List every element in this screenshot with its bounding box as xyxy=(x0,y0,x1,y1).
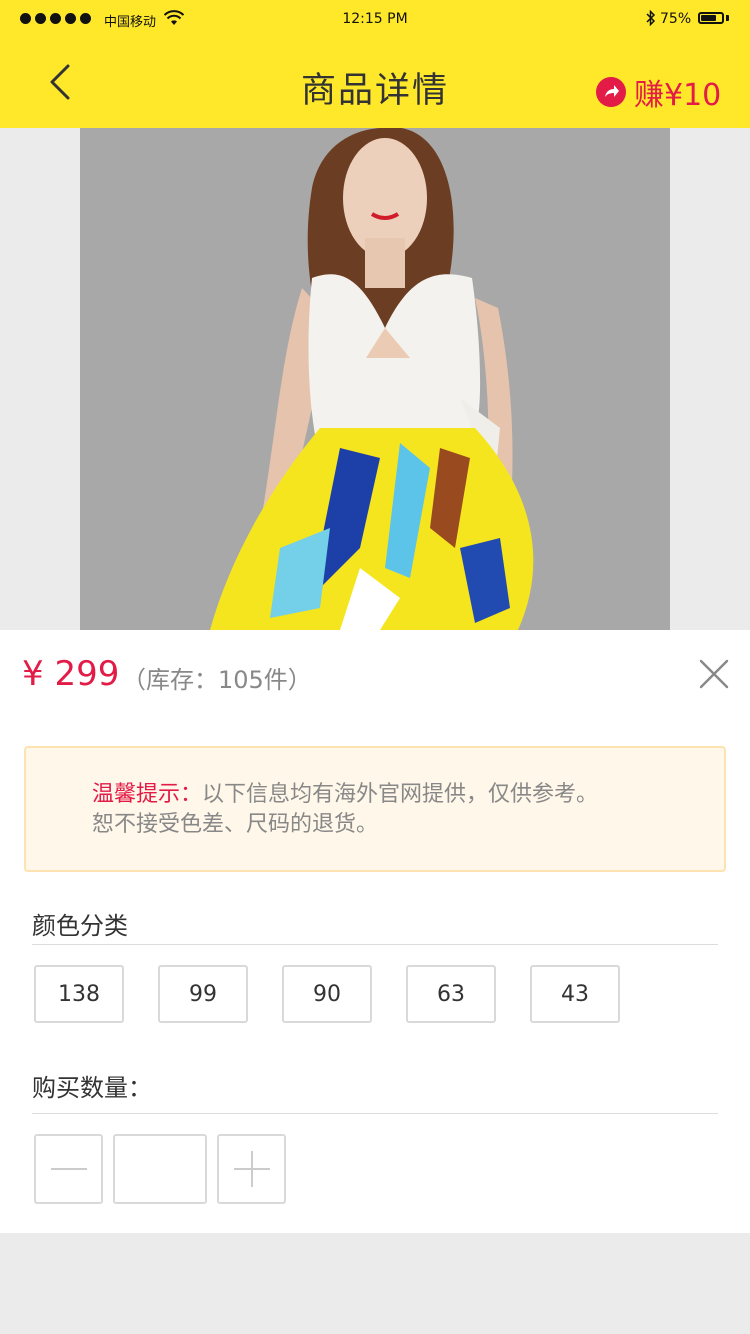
color-option[interactable]: 90 xyxy=(282,965,372,1023)
quantity-section-label: 购买数量： xyxy=(32,1074,152,1102)
earn-reward-label: 赚¥10 xyxy=(634,78,722,113)
color-option[interactable]: 99 xyxy=(158,965,248,1023)
status-bar: 中国移动 12:15 PM 75% xyxy=(0,0,750,40)
stock-count: （库存：105件） xyxy=(122,666,312,694)
earn-reward-button[interactable]: 赚¥10 xyxy=(596,70,721,114)
bottom-bar xyxy=(0,1233,750,1334)
notice-text-1: 以下信息均有海外官网提供，仅供参考。 xyxy=(202,782,599,807)
close-icon[interactable] xyxy=(698,658,730,690)
notice-text-2: 恕不接受色差、尺码的退货。 xyxy=(92,812,379,837)
divider xyxy=(32,944,718,945)
minus-icon xyxy=(50,1168,87,1170)
quantity-stepper xyxy=(34,1134,286,1204)
color-options: 138 99 90 63 43 xyxy=(34,965,620,1023)
quantity-decrease-button[interactable] xyxy=(34,1134,103,1204)
product-photo xyxy=(80,128,670,630)
notice-line-1: 温馨提示：以下信息均有海外官网提供，仅供参考。 xyxy=(92,780,704,810)
color-option[interactable]: 63 xyxy=(406,965,496,1023)
color-option[interactable]: 43 xyxy=(530,965,620,1023)
plus-icon xyxy=(233,1151,270,1187)
quantity-input[interactable] xyxy=(113,1134,207,1204)
color-option[interactable]: 138 xyxy=(34,965,124,1023)
battery-percent: 75% xyxy=(660,11,692,27)
sku-selector-sheet: ¥ 299 （库存：105件） 温馨提示：以下信息均有海外官网提供，仅供参考。 … xyxy=(0,630,750,1233)
notice-box: 温馨提示：以下信息均有海外官网提供，仅供参考。 恕不接受色差、尺码的退货。 xyxy=(24,746,726,872)
battery-icon xyxy=(698,12,724,24)
quantity-increase-button[interactable] xyxy=(217,1134,286,1204)
notice-title: 温馨提示： xyxy=(92,782,203,807)
battery-fill xyxy=(701,15,716,21)
color-section-label: 颜色分类 xyxy=(32,912,128,940)
divider xyxy=(32,1113,718,1114)
share-arrow-icon xyxy=(596,77,626,107)
battery-tip xyxy=(726,15,729,21)
product-price: ¥ 299 xyxy=(22,654,120,694)
bluetooth-icon xyxy=(646,10,656,26)
top-bar: 中国移动 12:15 PM 75% 商品详情 赚¥10 xyxy=(0,0,750,128)
status-time: 12:15 PM xyxy=(342,11,408,27)
